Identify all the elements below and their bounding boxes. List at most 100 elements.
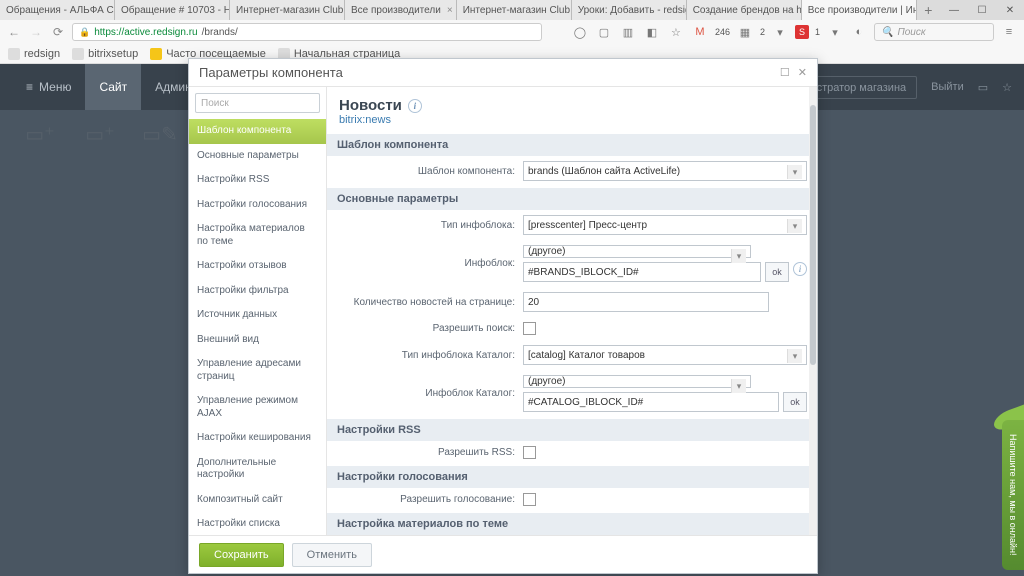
sidebar-item-rss[interactable]: Настройки RSS [189, 168, 326, 193]
s-badge: 1 [815, 27, 820, 37]
sidebar-item-extra[interactable]: Дополнительные настройки [189, 451, 326, 488]
extension-icon[interactable]: ▾ [771, 23, 789, 41]
bookmark-item[interactable]: bitrixsetup [72, 48, 138, 60]
label-pagecount: Количество новостей на странице: [337, 297, 515, 308]
star-icon[interactable]: ☆ [1002, 81, 1012, 94]
label-cat-ibtype: Тип инфоблока Каталог: [337, 350, 515, 361]
input-iblock-id[interactable]: #BRANDS_IBLOCK_ID# [523, 262, 761, 282]
ok-button[interactable]: ok [783, 392, 807, 412]
reload-icon[interactable]: ⟳ [50, 24, 66, 40]
extension-icon[interactable]: ◧ [643, 23, 661, 41]
maximize-icon[interactable]: ☐ [968, 0, 996, 20]
checkbox-rss[interactable] [523, 446, 536, 459]
gmail-badge: 246 [715, 27, 730, 37]
tab-strip: Обращения - АЛЬФА Систем× Обращение # 10… [0, 0, 1024, 20]
browser-tab[interactable]: Обращения - АЛЬФА Систем× [0, 0, 115, 20]
toolbar-create-section[interactable]: ▭⁺ [18, 122, 62, 149]
select-iblock[interactable]: (другое) [523, 245, 751, 258]
section-theme: Настройка материалов по теме [327, 513, 817, 535]
sidebar-item-vote[interactable]: Настройки голосования [189, 193, 326, 218]
back-icon[interactable]: ← [6, 24, 22, 40]
label-ibtype: Тип инфоблока: [337, 220, 515, 231]
extension-icon[interactable]: ▾ [826, 23, 844, 41]
sidebar-item-template[interactable]: Шаблон компонента [189, 119, 326, 144]
select-cat-ibtype[interactable]: [catalog] Каталог товаров [523, 345, 807, 365]
lock-icon: 🔒 [79, 27, 90, 38]
gmail-icon[interactable]: M [691, 23, 709, 41]
checkbox-vote[interactable] [523, 493, 536, 506]
sidebar-item-filter[interactable]: Настройки фильтра [189, 279, 326, 304]
toolbar-create-page[interactable]: ▭⁺ [78, 122, 122, 149]
toolbar-edit-section[interactable]: ▭✎ [138, 122, 182, 149]
label-search: Разрешить поиск: [337, 323, 515, 334]
input-cat-iblock-id[interactable]: #CATALOG_IBLOCK_ID# [523, 392, 779, 412]
sidebar-search-input[interactable]: Поиск [195, 93, 320, 113]
bookmark-icon [72, 48, 84, 60]
sidebar-item-composite[interactable]: Композитный сайт [189, 488, 326, 513]
minimize-icon[interactable]: — [940, 0, 968, 20]
sidebar-item-ajax[interactable]: Управление режимом AJAX [189, 389, 326, 426]
folder-plus-icon: ▭⁺ [18, 122, 62, 147]
menu-icon[interactable]: ≡ [1000, 23, 1018, 41]
info-icon[interactable]: i [408, 99, 422, 113]
browser-search-input[interactable]: 🔍 Поиск [874, 23, 994, 41]
ok-button[interactable]: ok [765, 262, 789, 282]
extension-icon[interactable]: ▢ [595, 23, 613, 41]
component-title: Новости [339, 97, 402, 114]
logout-link[interactable]: Выйти [931, 81, 964, 93]
component-params-modal: Параметры компонента ☐ ✕ Поиск Шаблон ко… [188, 58, 818, 574]
extension-icon[interactable]: ◯ [571, 23, 589, 41]
callback-tab[interactable]: Напишите нам, мы в онлайн! [1002, 420, 1024, 570]
modal-titlebar: Параметры компонента ☐ ✕ [189, 59, 817, 87]
close-window-icon[interactable]: ✕ [996, 0, 1024, 20]
sidebar-item-cache[interactable]: Настройки кеширования [189, 426, 326, 451]
extension-icon[interactable]: ▦ [736, 23, 754, 41]
browser-tab[interactable]: Обращение # 10703 - Не уд...× [115, 0, 230, 20]
url-input[interactable]: 🔒 https://active.redsign.ru/brands/ [72, 23, 542, 41]
browser-tab[interactable]: Уроки: Добавить - redsign.ru× [572, 0, 687, 20]
bookmark-item[interactable]: redsign [8, 48, 60, 60]
select-cat-iblock[interactable]: (другое) [523, 375, 751, 388]
close-icon[interactable]: × [447, 5, 453, 16]
star-icon[interactable]: ☆ [667, 23, 685, 41]
help-icon[interactable]: ▭ [978, 81, 988, 94]
stylish-icon[interactable]: S [795, 25, 809, 39]
browser-tab[interactable]: Все производители | Интерн...× [802, 0, 917, 20]
select-ibtype[interactable]: [presscenter] Пресс-центр [523, 215, 807, 235]
cancel-button[interactable]: Отменить [292, 543, 372, 567]
folder-edit-icon: ▭✎ [138, 122, 182, 147]
tab-site[interactable]: Сайт [85, 64, 141, 110]
scroll-thumb[interactable] [810, 105, 816, 365]
extension-icon[interactable]: ◐ [850, 23, 868, 41]
sidebar-item-appearance[interactable]: Внешний вид [189, 328, 326, 353]
new-tab-button[interactable]: + [917, 0, 940, 20]
sidebar-item-list[interactable]: Настройки списка [189, 512, 326, 535]
window-controls: — ☐ ✕ [940, 0, 1024, 20]
info-icon[interactable]: i [793, 262, 807, 276]
component-name: bitrix:news [339, 114, 805, 126]
extension-icon[interactable]: ▥ [619, 23, 637, 41]
select-template[interactable]: brands (Шаблон сайта ActiveLife) [523, 161, 807, 181]
hamburger-menu[interactable]: ≡ Меню [12, 64, 85, 110]
sidebar-item-reviews[interactable]: Настройки отзывов [189, 254, 326, 279]
save-button[interactable]: Сохранить [199, 543, 284, 567]
scrollbar[interactable] [809, 87, 817, 535]
browser-tab[interactable]: Интернет-магазин Club Toys ...× [230, 0, 345, 20]
bookmark-icon [8, 48, 20, 60]
modal-content: Новостиi bitrix:news Шаблон компонента Ш… [327, 87, 817, 535]
browser-tab[interactable]: Интернет-магазин Club Toys ...× [457, 0, 572, 20]
section-rss: Настройки RSS [327, 419, 817, 441]
input-pagecount[interactable]: 20 [523, 292, 769, 312]
sidebar-item-datasource[interactable]: Источник данных [189, 303, 326, 328]
sidebar-item-main[interactable]: Основные параметры [189, 144, 326, 169]
folder-icon [150, 48, 162, 60]
modal-footer: Сохранить Отменить [189, 535, 817, 573]
browser-tab[interactable]: Все производители× [345, 0, 457, 20]
address-bar: ← → ⟳ 🔒 https://active.redsign.ru/brands… [0, 20, 1024, 44]
close-icon[interactable]: ✕ [798, 66, 807, 79]
checkbox-search[interactable] [523, 322, 536, 335]
sidebar-item-theme[interactable]: Настройка материалов по теме [189, 217, 326, 254]
sidebar-item-url[interactable]: Управление адресами страниц [189, 352, 326, 389]
maximize-icon[interactable]: ☐ [780, 66, 790, 79]
browser-tab[interactable]: Создание брендов на highloa...× [687, 0, 802, 20]
